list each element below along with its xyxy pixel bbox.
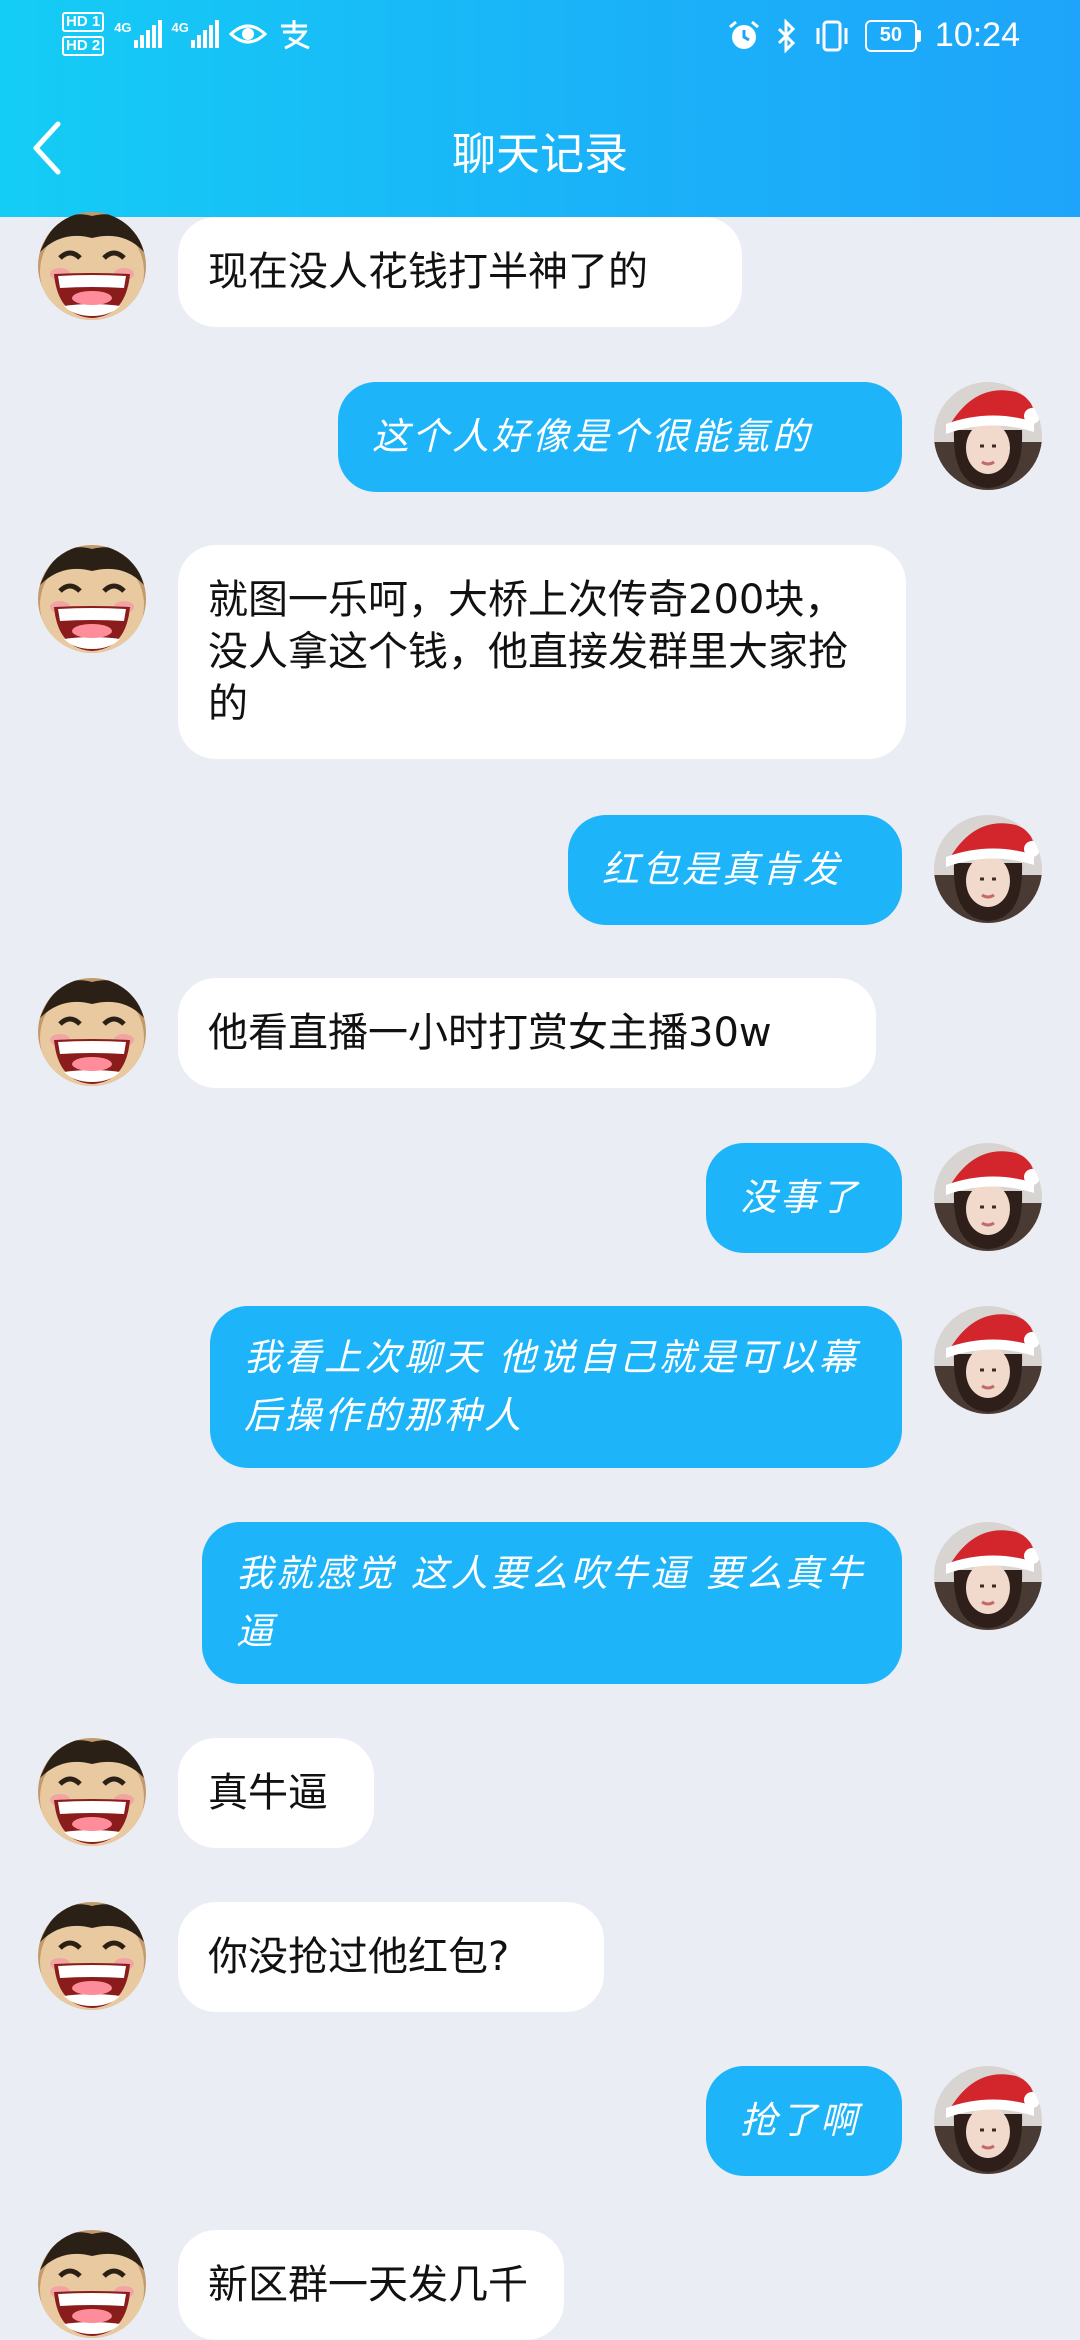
contact-avatar[interactable] [38,978,146,1086]
page-title: 聊天记录 [452,130,628,179]
contact-avatar[interactable] [38,545,146,653]
sim2-badge: HD 2 [62,36,105,56]
signal-2-icon: 4G [172,20,219,48]
contact-avatar[interactable] [38,1738,146,1846]
battery-icon: 50 [864,19,921,52]
message-bubble-outgoing[interactable]: 这个人好像是个很能氪的 [338,382,902,492]
message-text: 现在没人花钱打半神了的 [208,249,648,295]
message-text: 这个人好像是个很能氪的 [372,415,812,458]
battery-level: 50 [879,24,903,46]
my-avatar[interactable] [934,1522,1042,1630]
signal-1-icon: 4G [114,20,162,48]
message-text: 就图一乐呵，大桥上次传奇200块，没人拿这个钱，他直接发群里大家抢的 [208,577,848,727]
contact-avatar[interactable] [38,1902,146,2010]
message-bubble-outgoing[interactable]: 没事了 [706,1143,902,1253]
message-bubble-outgoing[interactable]: 我看上次聊天 他说自己就是可以幕后操作的那种人 [210,1306,902,1468]
message-text: 抢了啊 [740,2099,860,2142]
contact-avatar[interactable] [38,2230,146,2338]
status-bar: HD 1 HD 2 4G 4G 50 10:24 [0,0,1080,80]
bluetooth-icon [777,18,796,53]
my-avatar[interactable] [934,382,1042,490]
message-bubble-incoming[interactable]: 现在没人花钱打半神了的 [178,217,742,327]
message-text: 他看直播一小时打赏女主播30w [208,1010,772,1056]
message-bubble-incoming[interactable]: 新区群一天发几千 [178,2230,564,2340]
sim1-badge: HD 1 [62,12,105,32]
message-text: 真牛逼 [208,1770,328,1816]
message-text: 我看上次聊天 他说自己就是可以幕后操作的那种人 [244,1336,859,1437]
clock: 10:24 [934,16,1020,54]
message-text: 我就感觉 这人要么吹牛逼 要么真牛逼 [236,1552,866,1653]
message-bubble-incoming[interactable]: 你没抢过他红包? [178,1902,604,2012]
my-avatar[interactable] [934,815,1042,923]
contact-avatar[interactable] [38,212,146,320]
my-avatar[interactable] [934,1143,1042,1251]
message-bubble-outgoing[interactable]: 我就感觉 这人要么吹牛逼 要么真牛逼 [202,1522,902,1684]
message-bubble-incoming[interactable]: 他看直播一小时打赏女主播30w [178,978,876,1088]
message-text: 红包是真肯发 [602,848,842,891]
vibrate-icon [816,20,848,51]
message-bubble-incoming[interactable]: 真牛逼 [178,1738,374,1848]
message-bubble-incoming[interactable]: 就图一乐呵，大桥上次传奇200块，没人拿这个钱，他直接发群里大家抢的 [178,545,906,759]
message-text: 你没抢过他红包? [208,1934,510,1980]
alipay-icon [280,20,310,50]
message-bubble-outgoing[interactable]: 红包是真肯发 [568,815,902,925]
my-avatar[interactable] [934,2066,1042,2174]
message-bubble-outgoing[interactable]: 抢了啊 [706,2066,902,2176]
message-text: 新区群一天发几千 [208,2262,528,2308]
eye-icon [228,24,267,44]
message-text: 没事了 [740,1176,860,1219]
alarm-icon [728,20,759,49]
my-avatar[interactable] [934,1306,1042,1414]
